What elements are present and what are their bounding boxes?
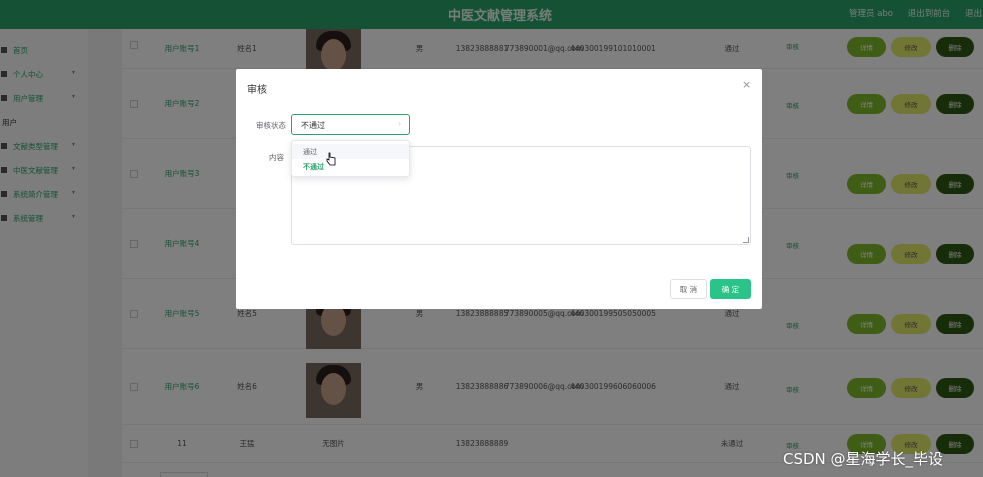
hand-cursor-icon [326, 152, 336, 166]
dialog-title: 审核 [247, 85, 267, 96]
watermark: CSDN @星海学长_毕设 [783, 450, 944, 468]
status-select[interactable]: 不通过 › [291, 114, 410, 135]
option-pass[interactable]: 通过 [292, 144, 409, 159]
chevron-right-icon: › [398, 119, 402, 128]
confirm-button[interactable]: 确 定 [710, 279, 751, 299]
option-fail[interactable]: 不通过 [292, 159, 409, 174]
status-label: 审核状态 [256, 121, 286, 130]
resize-handle-icon[interactable] [743, 237, 749, 243]
content-label: 内容 [269, 153, 284, 162]
status-dropdown: 通过 不通过 [291, 140, 410, 177]
status-select-value: 不通过 [301, 121, 325, 130]
cancel-button[interactable]: 取 消 [670, 279, 707, 299]
close-icon[interactable]: × [742, 78, 751, 91]
audit-dialog: 审核 × 审核状态 不通过 › 内容 通过 不通过 取 消 确 定 [236, 69, 762, 309]
